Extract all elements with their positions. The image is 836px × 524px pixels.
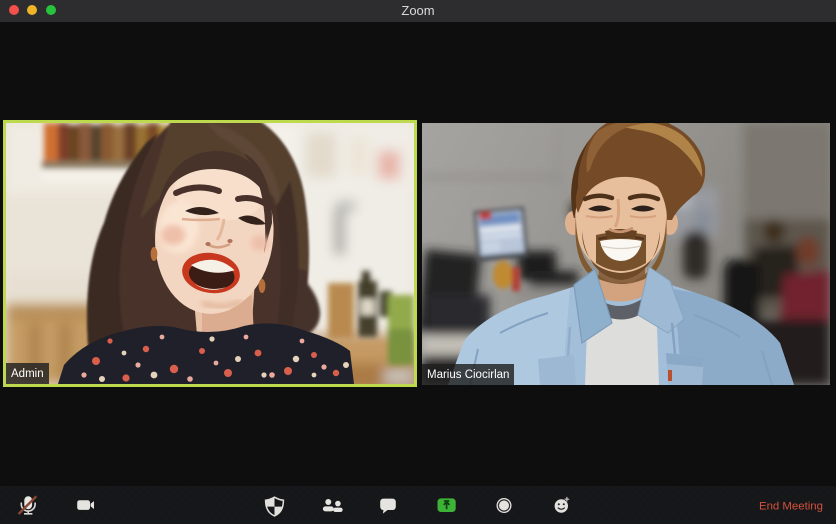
svg-text:End Meeting: End Meeting xyxy=(759,501,823,513)
